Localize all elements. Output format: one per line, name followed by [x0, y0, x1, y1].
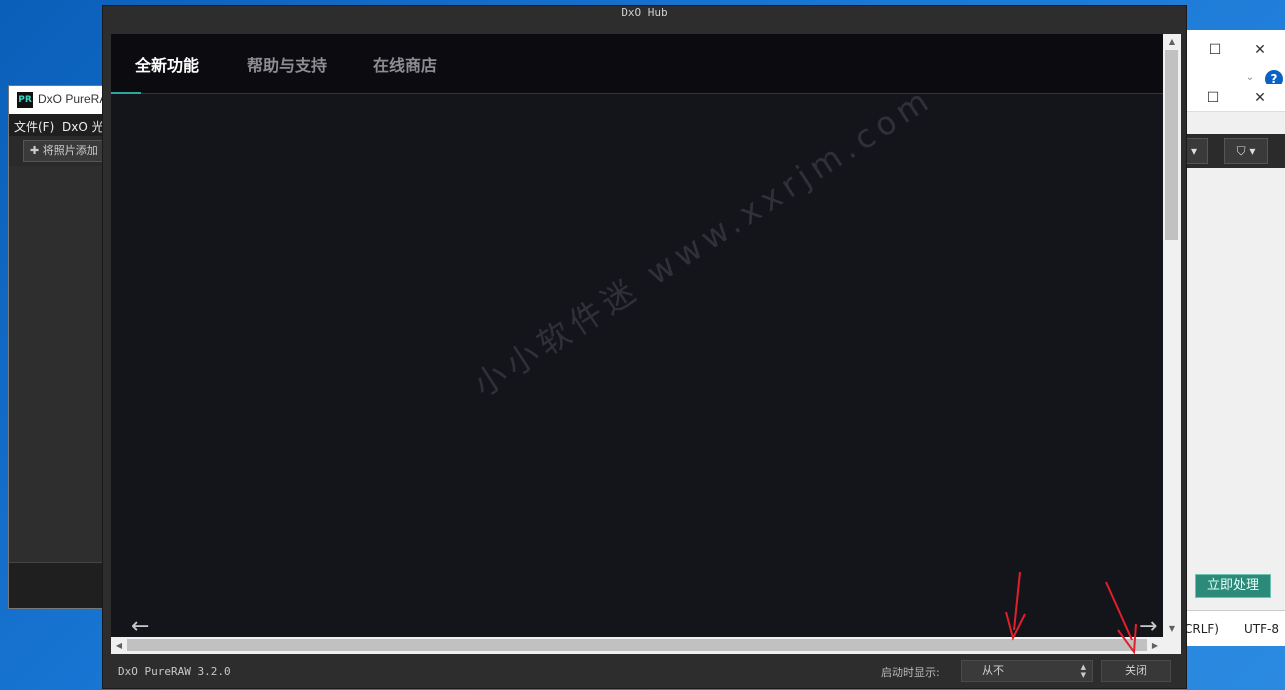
next-arrow-icon[interactable]: →	[1139, 616, 1157, 638]
filter-icon[interactable]: ⛉ ▾	[1224, 138, 1268, 164]
hub-viewport: 全新功能 帮助与支持 在线商店 小小软件迷 www.xxrjm.com ← → …	[111, 34, 1181, 654]
plus-icon: ✚	[30, 144, 43, 157]
toolbar: ▾ ⛉ ▾	[1180, 134, 1285, 168]
close-icon[interactable]: ✕	[1252, 90, 1268, 106]
vertical-scrollbar[interactable]: ▲ ▼	[1163, 34, 1181, 637]
line-ending-status: CRLF)	[1184, 622, 1219, 636]
titlebar: PR DxO PureRAW	[9, 86, 118, 114]
previous-arrow-icon[interactable]: ←	[131, 616, 149, 638]
horizontal-scrollbar[interactable]: ◀ ▶	[111, 637, 1163, 654]
process-now-button[interactable]: 立即处理	[1195, 574, 1271, 598]
spinner-arrows-icon: ▲ ▼	[1080, 663, 1086, 679]
horizontal-scroll-thumb[interactable]	[127, 639, 1147, 651]
scroll-up-icon[interactable]: ▲	[1163, 34, 1181, 50]
scroll-down-icon[interactable]: ▼	[1163, 621, 1181, 637]
tab-online-store[interactable]: 在线商店	[373, 52, 437, 76]
menubar: 文件(F) DxO 光学	[9, 114, 116, 136]
encoding-status: UTF-8	[1244, 622, 1279, 636]
scroll-left-icon[interactable]: ◀	[111, 637, 127, 654]
menu-file[interactable]: 文件(F)	[14, 118, 54, 135]
dialog-footer: DxO PureRAW 3.2.0 启动时显示: 从不 ▲ ▼ 关闭	[103, 654, 1186, 688]
startup-show-select[interactable]: 从不 ▲ ▼	[961, 660, 1093, 682]
background-window-pureraw: PR DxO PureRAW 文件(F) DxO 光学 ✚ 将照片添加	[8, 85, 118, 609]
footer-bar	[9, 562, 107, 608]
vertical-scroll-thumb[interactable]	[1165, 50, 1178, 240]
version-label: DxO PureRAW 3.2.0	[118, 665, 231, 678]
add-photos-label: 将照片添加	[42, 144, 98, 157]
status-bar: CRLF) UTF-8	[1180, 610, 1285, 646]
toolbar: ✚ 将照片添加	[9, 136, 113, 166]
watermark: 小小软件迷 www.xxrjm.com	[466, 78, 940, 405]
background-window-right: ☐ ✕ ▾ ⛉ ▾ 立即处理	[1180, 84, 1285, 610]
tab-whats-new[interactable]: 全新功能	[135, 52, 199, 76]
tab-help-support[interactable]: 帮助与支持	[247, 52, 327, 76]
maximize-icon[interactable]: ☐	[1205, 90, 1221, 106]
add-photos-button[interactable]: ✚ 将照片添加	[23, 140, 113, 162]
close-icon[interactable]: ✕	[1252, 42, 1268, 58]
maximize-icon[interactable]: ☐	[1207, 42, 1223, 58]
dialog-title: DxO Hub	[621, 6, 668, 19]
startup-show-label: 启动时显示:	[881, 666, 940, 679]
titlebar: ☐ ✕	[1180, 84, 1285, 112]
scroll-right-icon[interactable]: ▶	[1147, 637, 1163, 654]
startup-show-value: 从不	[982, 664, 1004, 677]
dxo-hub-dialog: DxO Hub 全新功能 帮助与支持 在线商店 小小软件迷 www.xxrjm.…	[102, 5, 1187, 689]
content-area: 小小软件迷 www.xxrjm.com ← →	[111, 79, 1163, 638]
close-button[interactable]: 关闭	[1101, 660, 1171, 682]
tab-bar: 全新功能 帮助与支持 在线商店	[111, 34, 1163, 94]
app-logo: PR	[17, 92, 33, 108]
scrollbar-corner	[1163, 637, 1181, 654]
